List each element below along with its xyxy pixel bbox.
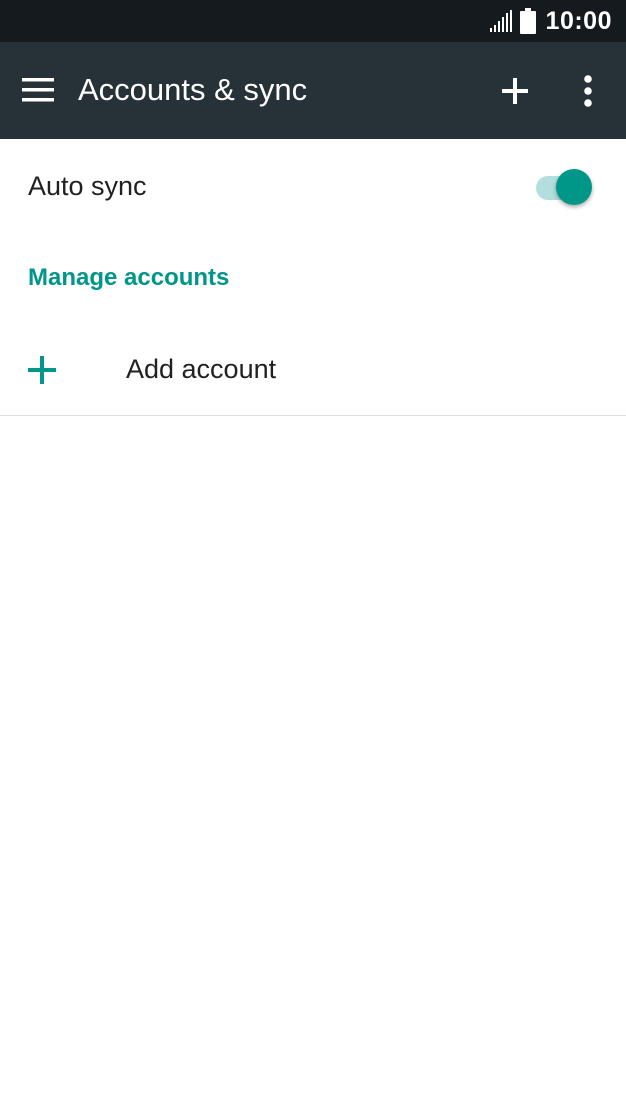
auto-sync-label: Auto sync	[28, 171, 147, 201]
app-bar: Accounts & sync	[0, 42, 626, 139]
divider	[0, 415, 626, 416]
auto-sync-row[interactable]: Auto sync	[0, 139, 626, 235]
toggle-thumb	[556, 169, 592, 205]
plus-icon	[28, 356, 56, 384]
status-time: 10:00	[545, 6, 612, 35]
battery-icon	[519, 8, 536, 34]
add-button[interactable]	[500, 76, 530, 106]
manage-accounts-header: Manage accounts	[28, 264, 230, 291]
add-account-label: Add account	[126, 354, 277, 384]
more-vert-icon[interactable]	[578, 75, 598, 107]
page-title: Accounts & sync	[78, 72, 308, 107]
auto-sync-toggle[interactable]	[534, 168, 596, 208]
signal-icon	[489, 10, 512, 32]
add-account-row[interactable]: Add account	[0, 322, 626, 415]
menu-icon[interactable]	[22, 78, 54, 102]
status-bar: 10:00	[0, 0, 626, 42]
